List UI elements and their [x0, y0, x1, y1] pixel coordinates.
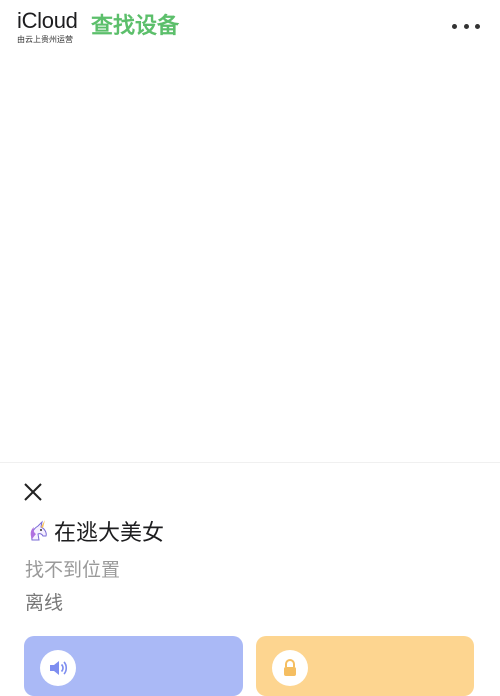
more-dot	[475, 23, 480, 29]
lost-mode-button[interactable]	[256, 636, 474, 696]
map-area[interactable]	[0, 50, 500, 462]
play-sound-button[interactable]	[24, 636, 243, 696]
more-dot	[463, 23, 469, 29]
top-bar: iCloud 由云上贵州运营 查找设备	[0, 0, 500, 50]
brand-subtitle: 由云上贵州运营	[17, 35, 73, 44]
close-icon[interactable]	[22, 481, 44, 503]
speaker-icon	[40, 650, 76, 686]
more-icon[interactable]	[452, 16, 480, 36]
device-name: 在逃大美女	[54, 521, 165, 546]
icloud-logo: iCloud 由云上贵州运营	[17, 8, 78, 44]
more-dot	[452, 23, 457, 29]
brand-name: iCloud	[17, 8, 78, 33]
device-title: 在逃大美女	[26, 515, 164, 547]
location-status: 找不到位置	[25, 559, 121, 581]
app-title: 查找设备	[91, 14, 180, 39]
unicorn-icon	[26, 518, 52, 544]
lock-icon	[272, 650, 308, 686]
device-panel: 在逃大美女 找不到位置 离线	[0, 463, 500, 696]
connection-status: 离线	[25, 592, 64, 614]
